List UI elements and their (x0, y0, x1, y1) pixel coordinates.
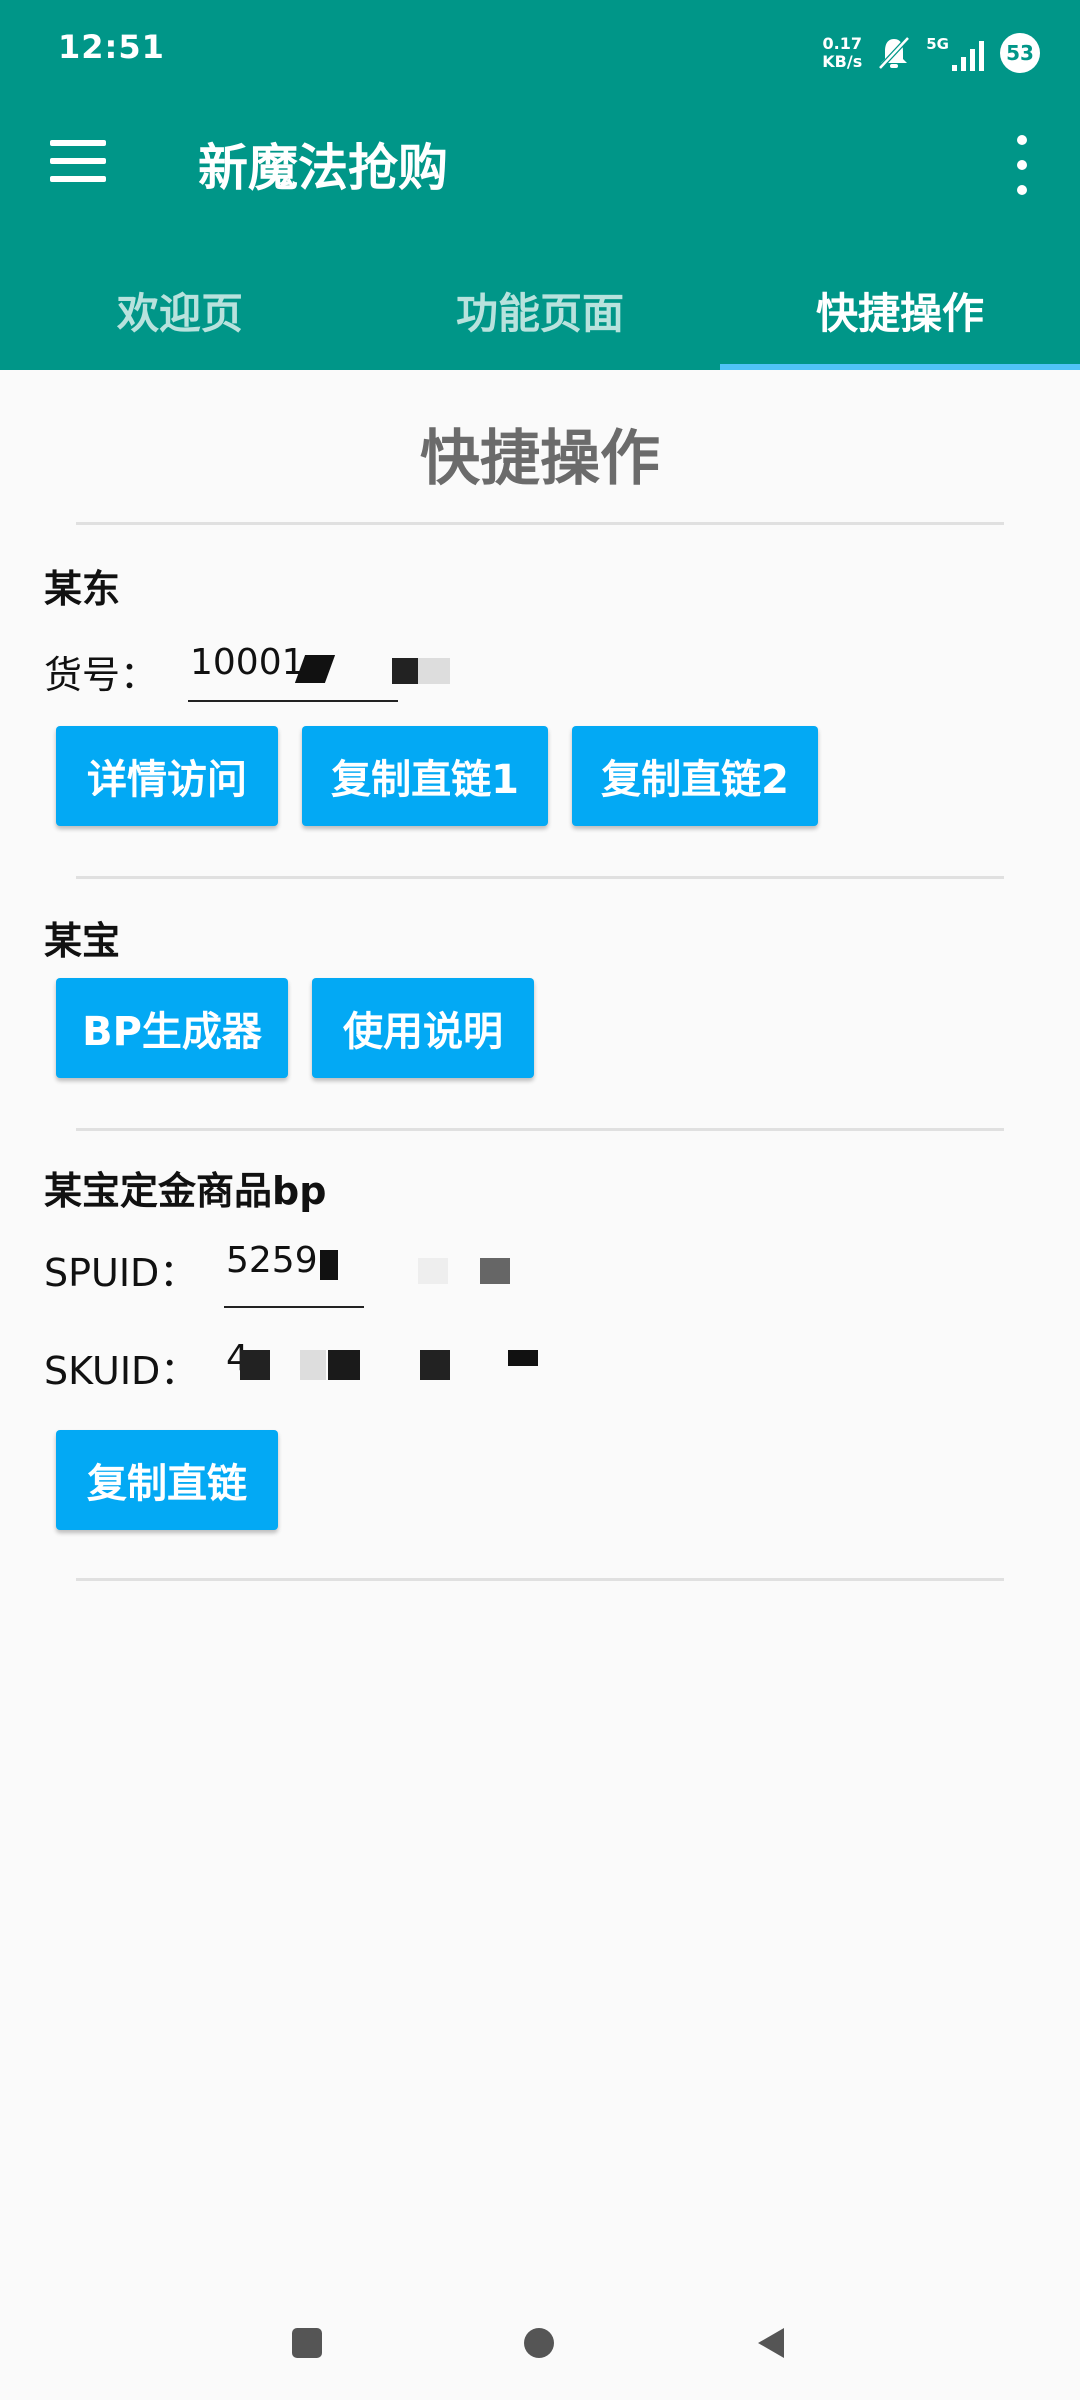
tab-bar: 欢迎页 功能页面 快捷操作 (0, 250, 1080, 370)
page-heading: 快捷操作 (420, 424, 660, 494)
divider (76, 1128, 1004, 1131)
app-title: 新魔法抢购 (198, 139, 448, 197)
tab-welcome[interactable]: 欢迎页 (0, 250, 360, 370)
copy-link-2-button[interactable]: 复制直链2 (572, 726, 818, 826)
back-icon[interactable] (758, 2328, 784, 2358)
more-vert-icon[interactable] (1012, 135, 1032, 195)
section-title-jd: 某东 (44, 567, 121, 611)
spuid-underline (224, 1306, 364, 1308)
redaction-mark (300, 1350, 326, 1380)
system-nav-bar (0, 2270, 1080, 2400)
item-no-label: 货号： (44, 653, 159, 697)
copy-link-button[interactable]: 复制直链 (56, 1430, 278, 1530)
redaction-mark (420, 1350, 450, 1380)
redaction-mark (240, 1350, 270, 1380)
tab-quick-actions[interactable]: 快捷操作 (720, 250, 1080, 370)
redaction-mark (418, 658, 450, 684)
divider (76, 522, 1004, 525)
status-time: 12:51 (58, 28, 165, 66)
recent-apps-icon[interactable] (292, 2328, 322, 2358)
toolbar: 新魔法抢购 (0, 100, 1080, 230)
tab-features[interactable]: 功能页面 (360, 250, 720, 370)
battery-badge: 53 (1000, 33, 1040, 73)
divider (76, 1578, 1004, 1581)
redaction-mark (418, 1258, 448, 1284)
usage-guide-button[interactable]: 使用说明 (312, 978, 534, 1078)
spuid-input[interactable] (224, 1236, 368, 1286)
redaction-mark (480, 1258, 510, 1284)
signal-icon (952, 41, 984, 71)
section-title-tb: 某宝 (44, 919, 121, 963)
network-speed-value: 0.17 (822, 34, 862, 53)
redaction-mark (392, 658, 418, 684)
app-bar: 12:51 0.17 KB/s 5G 53 新魔法抢购 欢迎页 功能页面 快捷操… (0, 0, 1080, 370)
status-icons: 0.17 KB/s 5G 53 (822, 28, 1040, 78)
network-speed-unit: KB/s (822, 52, 863, 71)
redaction-mark (328, 1350, 360, 1380)
redaction-mark (320, 1250, 338, 1280)
mute-icon (878, 36, 911, 70)
detail-visit-button[interactable]: 详情访问 (56, 726, 278, 826)
item-no-input[interactable] (188, 638, 392, 688)
bp-generator-button[interactable]: BP生成器 (56, 978, 288, 1078)
redaction-mark (508, 1350, 538, 1366)
hamburger-icon[interactable] (50, 140, 106, 186)
home-icon[interactable] (524, 2328, 554, 2358)
spuid-label: SPUID： (44, 1251, 198, 1295)
signal-indicator: 5G (926, 35, 986, 71)
item-no-underline (188, 700, 398, 702)
network-speed: 0.17 KB/s (822, 35, 862, 71)
divider (76, 876, 1004, 879)
section-title-deposit: 某宝定金商品bp (44, 1169, 327, 1213)
status-bar: 12:51 0.17 KB/s 5G 53 (0, 0, 1080, 100)
signal-label: 5G (926, 35, 949, 53)
copy-link-1-button[interactable]: 复制直链1 (302, 726, 548, 826)
skuid-label: SKUID： (44, 1349, 199, 1393)
